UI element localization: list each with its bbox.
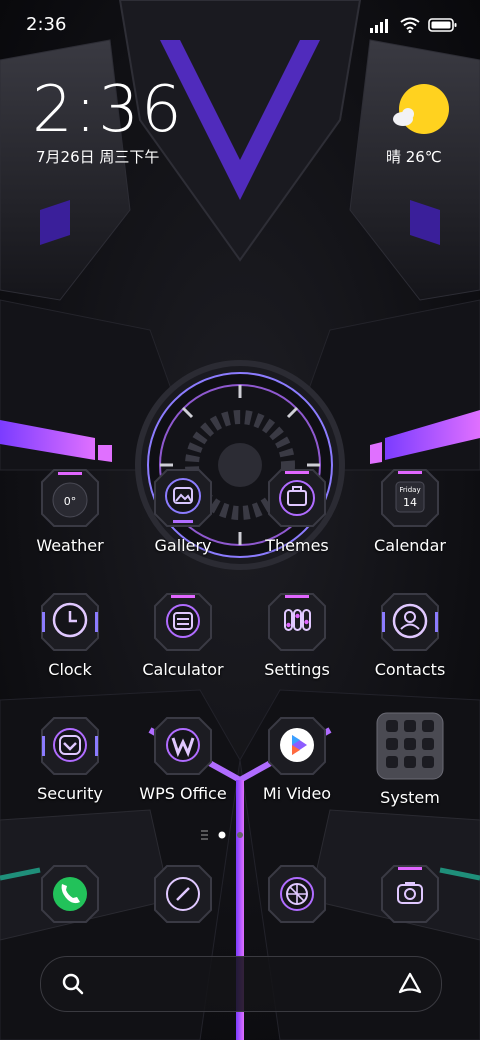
signal-icon <box>370 19 388 33</box>
camera-icon <box>380 864 440 924</box>
app-label: Mi Video <box>262 784 332 803</box>
clock-icon <box>40 592 100 652</box>
app-mi-video[interactable]: Mi Video <box>237 716 357 803</box>
app-calculator[interactable]: Calculator <box>123 592 243 679</box>
app-wps-office[interactable]: WPS Office <box>123 716 243 803</box>
app-themes[interactable]: Themes <box>237 468 357 555</box>
page-indicator[interactable] <box>200 828 280 842</box>
clock-widget-time[interactable]: 2:36 <box>32 76 184 144</box>
app-security[interactable]: Security <box>10 716 130 803</box>
app-label: Calculator <box>142 660 224 679</box>
wps-office-icon <box>153 716 213 776</box>
phone-icon <box>40 864 100 924</box>
mi-video-icon <box>267 716 327 776</box>
dock-notes[interactable] <box>123 864 243 924</box>
battery-icon <box>428 18 457 32</box>
system-folder-icon <box>376 712 444 780</box>
app-label: Security <box>37 784 103 803</box>
app-calendar[interactable]: Friday 14 Calendar <box>350 468 470 555</box>
app-clock[interactable]: Clock <box>10 592 130 679</box>
app-contacts[interactable]: Contacts <box>350 592 470 679</box>
status-icons <box>370 15 458 35</box>
app-label: Gallery <box>154 536 212 555</box>
security-icon <box>40 716 100 776</box>
app-label: Clock <box>48 660 92 679</box>
weather-icon: 0° <box>40 468 100 528</box>
dock-phone[interactable] <box>10 864 130 924</box>
sun-cloud-icon <box>393 84 449 134</box>
notes-icon <box>153 864 213 924</box>
search-bar[interactable] <box>40 956 442 1012</box>
weather-text[interactable]: 晴 26℃ <box>386 146 442 167</box>
app-settings[interactable]: Settings <box>237 592 357 679</box>
calendar-day: Friday <box>399 486 420 494</box>
app-label: Themes <box>265 536 329 555</box>
clock-widget-date[interactable]: 7月26日 周三下午 <box>36 146 159 167</box>
dock-camera[interactable] <box>350 864 470 924</box>
settings-icon <box>267 592 327 652</box>
status-bar: 2:36 <box>0 0 480 50</box>
weather-widget[interactable] <box>386 82 456 144</box>
app-label: Settings <box>264 660 330 679</box>
calculator-icon <box>153 592 213 652</box>
search-icon[interactable] <box>61 972 85 996</box>
weather-icon-glyph: 0° <box>64 495 77 508</box>
calendar-date: 14 <box>403 496 417 509</box>
app-label: WPS Office <box>139 784 227 803</box>
status-time: 2:36 <box>26 14 67 35</box>
app-gallery[interactable]: Gallery <box>123 468 243 555</box>
app-label: Contacts <box>374 660 446 679</box>
contacts-icon <box>380 592 440 652</box>
app-label: Weather <box>36 536 104 555</box>
app-system-folder[interactable]: System <box>350 712 470 807</box>
app-weather[interactable]: 0° Weather <box>10 468 130 555</box>
calendar-icon: Friday 14 <box>380 468 440 528</box>
browser-icon <box>267 864 327 924</box>
assistant-icon[interactable] <box>397 971 423 997</box>
app-label: System <box>380 788 440 807</box>
dock-browser[interactable] <box>237 864 357 924</box>
wifi-icon <box>400 17 420 33</box>
app-label: Calendar <box>374 536 446 555</box>
gallery-icon <box>153 468 213 528</box>
themes-icon <box>267 468 327 528</box>
